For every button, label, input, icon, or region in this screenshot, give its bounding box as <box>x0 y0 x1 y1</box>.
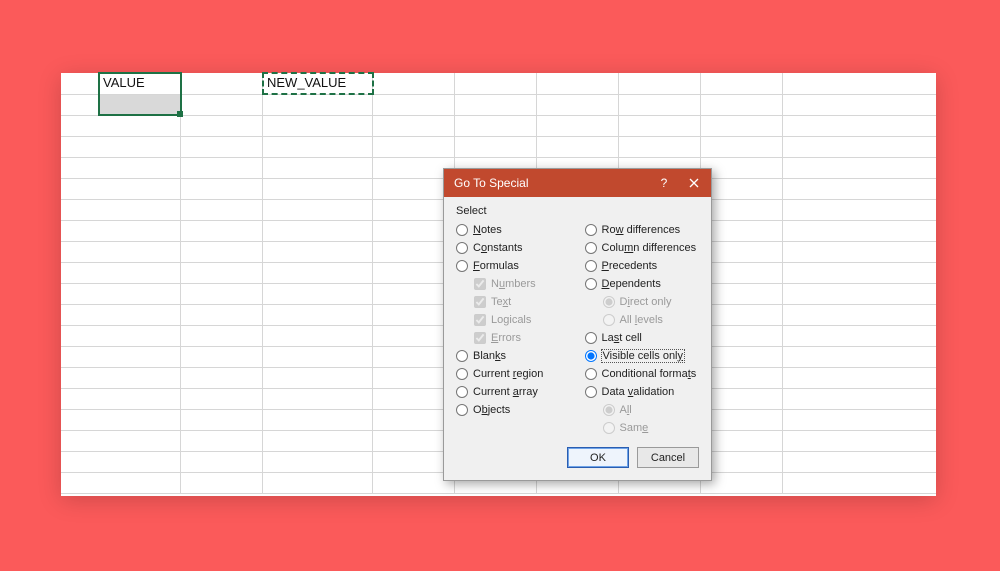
option-column-differences[interactable]: Column differences <box>585 239 700 256</box>
option-formulas[interactable]: Formulas <box>456 257 571 274</box>
option-logicals: Logicals <box>456 311 571 328</box>
option-precedents[interactable]: Precedents <box>585 257 700 274</box>
option-last-cell[interactable]: Last cell <box>585 329 700 346</box>
option-direct-only: Direct only <box>585 293 700 310</box>
option-errors: Errors <box>456 329 571 346</box>
option-same: Same <box>585 419 700 436</box>
option-constants[interactable]: Constants <box>456 239 571 256</box>
cell-a1[interactable]: VALUE <box>99 73 181 94</box>
option-blanks[interactable]: Blanks <box>456 347 571 364</box>
dialog-title: Go To Special <box>454 176 649 190</box>
close-button[interactable] <box>679 172 709 194</box>
ok-button[interactable]: OK <box>567 447 629 468</box>
option-text: Text <box>456 293 571 310</box>
option-visible-cells-only[interactable]: Visible cells only <box>585 347 700 364</box>
option-numbers: Numbers <box>456 275 571 292</box>
cell-c1[interactable]: NEW_VALUE <box>263 73 373 94</box>
option-all-levels: All levels <box>585 311 700 328</box>
option-dependents[interactable]: Dependents <box>585 275 700 292</box>
option-row-differences[interactable]: Row differences <box>585 221 700 238</box>
selection-fill <box>100 95 180 115</box>
option-objects[interactable]: Objects <box>456 401 571 418</box>
option-conditional-formats[interactable]: Conditional formats <box>585 365 700 382</box>
cancel-button[interactable]: Cancel <box>637 447 699 468</box>
close-icon <box>689 178 699 188</box>
help-button[interactable]: ? <box>649 172 679 194</box>
option-all: All <box>585 401 700 418</box>
help-icon: ? <box>661 176 668 190</box>
option-current-region[interactable]: Current region <box>456 365 571 382</box>
dialog-titlebar[interactable]: Go To Special ? <box>444 169 711 197</box>
options-left-column: Notes Constants Formulas Numbers Text Lo… <box>456 221 571 437</box>
options-right-column: Row differences Column differences Prece… <box>585 221 700 437</box>
option-notes[interactable]: Notes <box>456 221 571 238</box>
option-data-validation[interactable]: Data validation <box>585 383 700 400</box>
section-label: Select <box>456 205 699 217</box>
go-to-special-dialog: Go To Special ? Select Notes Constants F… <box>443 168 712 481</box>
option-current-array[interactable]: Current array <box>456 383 571 400</box>
cell-b1[interactable] <box>181 73 263 94</box>
